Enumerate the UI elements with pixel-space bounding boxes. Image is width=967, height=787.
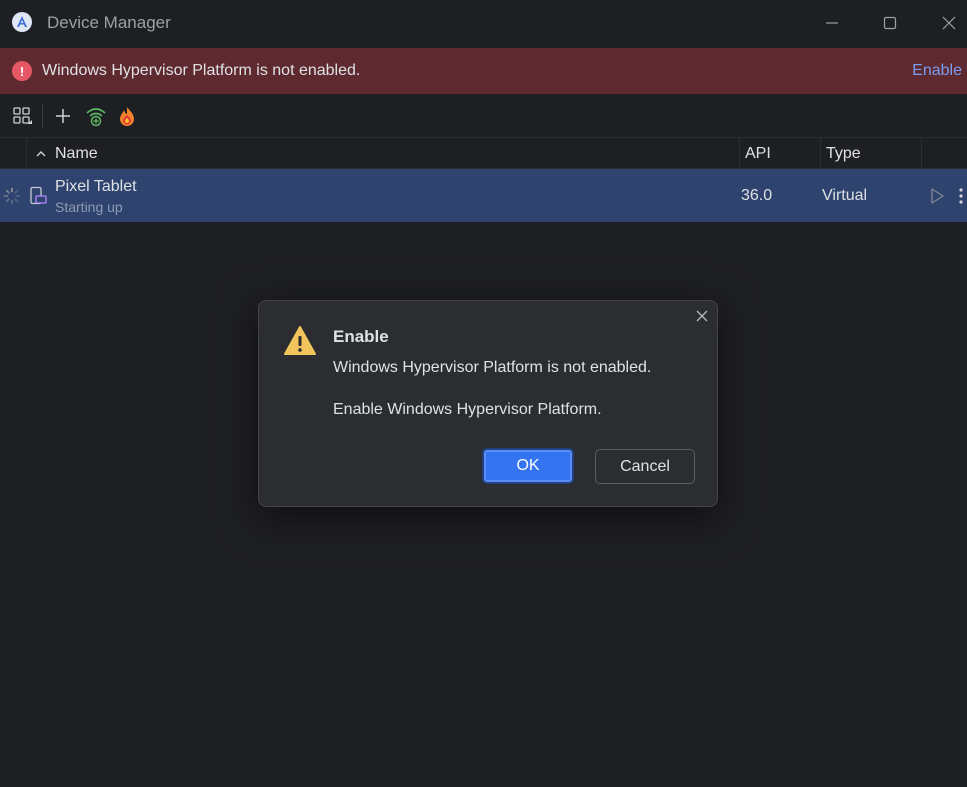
column-header-type-label: Type (826, 144, 861, 162)
ok-button[interactable]: OK (482, 448, 574, 484)
device-name: Pixel Tablet (55, 178, 137, 195)
warning-icon (283, 325, 317, 357)
header-status-column (0, 138, 27, 169)
dialog-message: Windows Hypervisor Platform is not enabl… (333, 359, 652, 376)
hypervisor-warning-banner: ! Windows Hypervisor Platform is not ena… (0, 48, 967, 94)
dialog-close-icon[interactable] (693, 307, 711, 325)
table-header: Name API Type (0, 138, 967, 169)
error-icon: ! (12, 61, 32, 81)
dialog-title: Enable (333, 327, 389, 346)
loading-spinner-icon (3, 187, 21, 205)
cancel-button[interactable]: Cancel (595, 449, 695, 484)
toolbar-separator (42, 104, 43, 128)
column-header-name-label: Name (55, 144, 98, 162)
more-vertical-icon[interactable] (955, 186, 967, 206)
firebase-icon[interactable] (116, 105, 138, 127)
banner-enable-link[interactable]: Enable (912, 62, 962, 80)
column-header-actions (922, 138, 967, 169)
column-header-name[interactable]: Name (27, 138, 740, 169)
column-header-api[interactable]: API (740, 138, 821, 169)
dialog-detail: Enable Windows Hypervisor Platform. (333, 401, 602, 418)
maximize-icon[interactable] (875, 8, 905, 38)
device-status: Starting up (55, 199, 123, 215)
wifi-pair-icon[interactable] (85, 105, 107, 127)
banner-message: Windows Hypervisor Platform is not enabl… (42, 62, 361, 79)
device-type: Virtual (822, 187, 868, 204)
tablet-icon (29, 186, 47, 206)
title-bar: Device Manager (0, 0, 967, 47)
minimize-icon[interactable] (817, 8, 847, 38)
play-icon[interactable] (927, 186, 947, 206)
device-grid-icon[interactable] (11, 105, 33, 127)
chevron-up-icon (36, 150, 46, 156)
toolbar (0, 94, 967, 138)
android-studio-icon (12, 12, 32, 32)
close-icon[interactable] (934, 8, 964, 38)
window-title: Device Manager (47, 13, 171, 32)
enable-dialog: Enable Windows Hypervisor Platform is no… (258, 300, 718, 507)
add-icon[interactable] (52, 105, 74, 127)
column-header-api-label: API (745, 144, 771, 162)
device-api: 36.0 (741, 187, 773, 204)
column-header-type[interactable]: Type (821, 138, 922, 169)
